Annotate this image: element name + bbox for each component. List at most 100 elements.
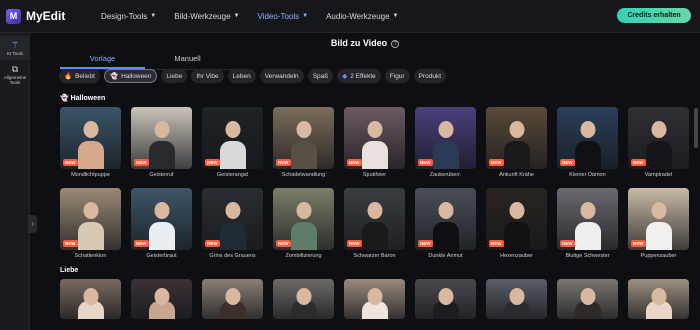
template-card[interactable]: NEW Schädelwandlung <box>273 107 334 178</box>
template-card[interactable]: NEW Hexenzauber <box>486 188 547 259</box>
template-thumbnail: NEW <box>273 107 334 169</box>
figure-head <box>509 288 524 305</box>
template-card[interactable] <box>557 279 618 319</box>
template-card[interactable]: NEW Schwarzer Baron <box>344 188 405 259</box>
figure-silhouette <box>361 222 388 250</box>
chip-verwandeln[interactable]: Verwandeln <box>259 69 304 83</box>
chip-leben[interactable]: Leben <box>227 69 256 83</box>
template-thumbnail: NEW <box>202 188 263 250</box>
chip-spaß[interactable]: Spaß <box>307 69 334 83</box>
section-title-love: Liebe <box>60 267 79 274</box>
template-caption: Schädelwandlung <box>281 172 326 178</box>
template-caption: Blutige Schwester <box>565 253 610 259</box>
figure-silhouette <box>219 222 246 250</box>
template-card[interactable] <box>628 279 689 319</box>
chip-beliebt[interactable]: 🔥 Beliebt <box>59 69 100 83</box>
chip-figur[interactable]: Figur <box>384 69 410 83</box>
sidebar-item-ki-tools[interactable]: ⚚ KI Tools <box>0 36 30 60</box>
chip-label: Halloween <box>121 72 152 80</box>
template-thumbnail <box>344 279 405 319</box>
info-icon[interactable]: ? <box>391 39 400 48</box>
chip-ihr-vibe[interactable]: Ihr Vibe <box>191 69 224 83</box>
template-thumbnail <box>60 279 121 319</box>
tab-vorlage[interactable]: Vorlage <box>60 52 145 69</box>
template-card[interactable] <box>202 279 263 319</box>
new-badge: NEW <box>489 240 504 247</box>
template-thumbnail: NEW <box>60 188 121 250</box>
new-badge: NEW <box>276 240 291 247</box>
chevron-down-icon: ▼ <box>392 13 399 19</box>
template-card[interactable] <box>486 279 547 319</box>
template-card[interactable]: NEW Spukfeier <box>344 107 405 178</box>
template-card[interactable]: NEW Puppenzauber <box>628 188 689 259</box>
fire-icon: 🔥 <box>64 73 73 80</box>
figure-head <box>225 202 240 219</box>
figure-silhouette <box>645 141 672 169</box>
template-thumbnail: NEW <box>415 107 476 169</box>
figure-head <box>83 121 98 138</box>
chevron-down-icon: ▼ <box>302 13 309 19</box>
template-card[interactable]: NEW Zauberüberr. <box>415 107 476 178</box>
nav-video-tools[interactable]: Video-Tools ▼ <box>257 12 308 21</box>
nav-design-tools[interactable]: Design-Tools ▼ <box>101 12 156 21</box>
new-badge: NEW <box>489 159 504 166</box>
tab-manuell[interactable]: Manuell <box>145 52 230 69</box>
template-card[interactable]: NEW Mondlichtpuppe <box>60 107 121 178</box>
figure-head <box>580 202 595 219</box>
new-badge: NEW <box>418 159 433 166</box>
figure-silhouette <box>361 141 388 169</box>
figure-silhouette <box>148 141 175 169</box>
scrollbar[interactable] <box>694 108 698 148</box>
nav-audio-werkzeuge[interactable]: Audio-Werkzeuge ▼ <box>326 12 398 21</box>
chip-label: Ihr Vibe <box>196 72 219 80</box>
new-badge: NEW <box>205 240 220 247</box>
template-card[interactable]: NEW Grins des Grauens <box>202 188 263 259</box>
template-card[interactable]: NEW Ankunft Krähe <box>486 107 547 178</box>
get-credits-button[interactable]: Credits erhalten <box>617 8 691 23</box>
sidebar-item-allgemeine-tools[interactable]: ⧉ Allgemeine Tools <box>0 63 30 87</box>
template-thumbnail <box>273 279 334 319</box>
chip-label: Spaß <box>312 72 329 80</box>
template-card[interactable]: NEW Schattenklon <box>60 188 121 259</box>
template-card[interactable] <box>344 279 405 319</box>
template-card[interactable] <box>60 279 121 319</box>
template-caption: Geisterruf <box>149 172 174 178</box>
ghost-icon: 👻 <box>109 73 119 80</box>
template-card[interactable] <box>415 279 476 319</box>
template-card[interactable]: NEW Kleiner Dämon <box>557 107 618 178</box>
template-thumbnail <box>131 279 192 319</box>
template-card[interactable] <box>131 279 192 319</box>
figure-silhouette <box>77 222 104 250</box>
template-card[interactable] <box>273 279 334 319</box>
figure-silhouette <box>219 141 246 169</box>
ghost-icon: 👻 <box>60 95 71 102</box>
chip-halloween[interactable]: 👻 Halloween <box>103 69 158 83</box>
template-card[interactable]: NEW Geisterangst <box>202 107 263 178</box>
template-thumbnail: NEW <box>131 107 192 169</box>
figure-silhouette <box>290 141 317 169</box>
figure-head <box>651 288 666 305</box>
nav-bild-werkzeuge[interactable]: Bild-Werkzeuge ▼ <box>174 12 239 21</box>
template-card[interactable]: NEW Geisterruf <box>131 107 192 178</box>
figure-head <box>83 288 98 305</box>
chip-liebe[interactable]: Liebe <box>161 69 188 83</box>
template-card[interactable]: NEW Blutige Schwester <box>557 188 618 259</box>
nav-label: Audio-Werkzeuge <box>326 11 390 21</box>
figure-head <box>580 121 595 138</box>
app-logo[interactable]: M MyEdit <box>6 8 96 24</box>
template-card[interactable]: NEW Dunkle Anmut <box>415 188 476 259</box>
chip-label: Verwandeln <box>264 72 299 80</box>
chip-2-effekte[interactable]: ◆ 2 Effekte <box>337 69 381 83</box>
figure-head <box>367 202 382 219</box>
figure-silhouette <box>574 222 601 250</box>
category-chips: 🔥 Beliebt 👻 Halloween Liebe Ihr Vibe Leben Verw… <box>59 69 450 83</box>
template-card[interactable]: NEW Zombifizierung <box>273 188 334 259</box>
template-thumbnail <box>415 279 476 319</box>
figure-silhouette <box>574 141 601 169</box>
template-caption: Geisterbraut <box>146 253 177 259</box>
section-title-text: Halloween <box>70 95 106 102</box>
template-card[interactable]: NEW Geisterbraut <box>131 188 192 259</box>
new-badge: NEW <box>347 159 362 166</box>
template-card[interactable]: NEW Vampiradel <box>628 107 689 178</box>
chip-produkt[interactable]: Produkt <box>413 69 446 83</box>
